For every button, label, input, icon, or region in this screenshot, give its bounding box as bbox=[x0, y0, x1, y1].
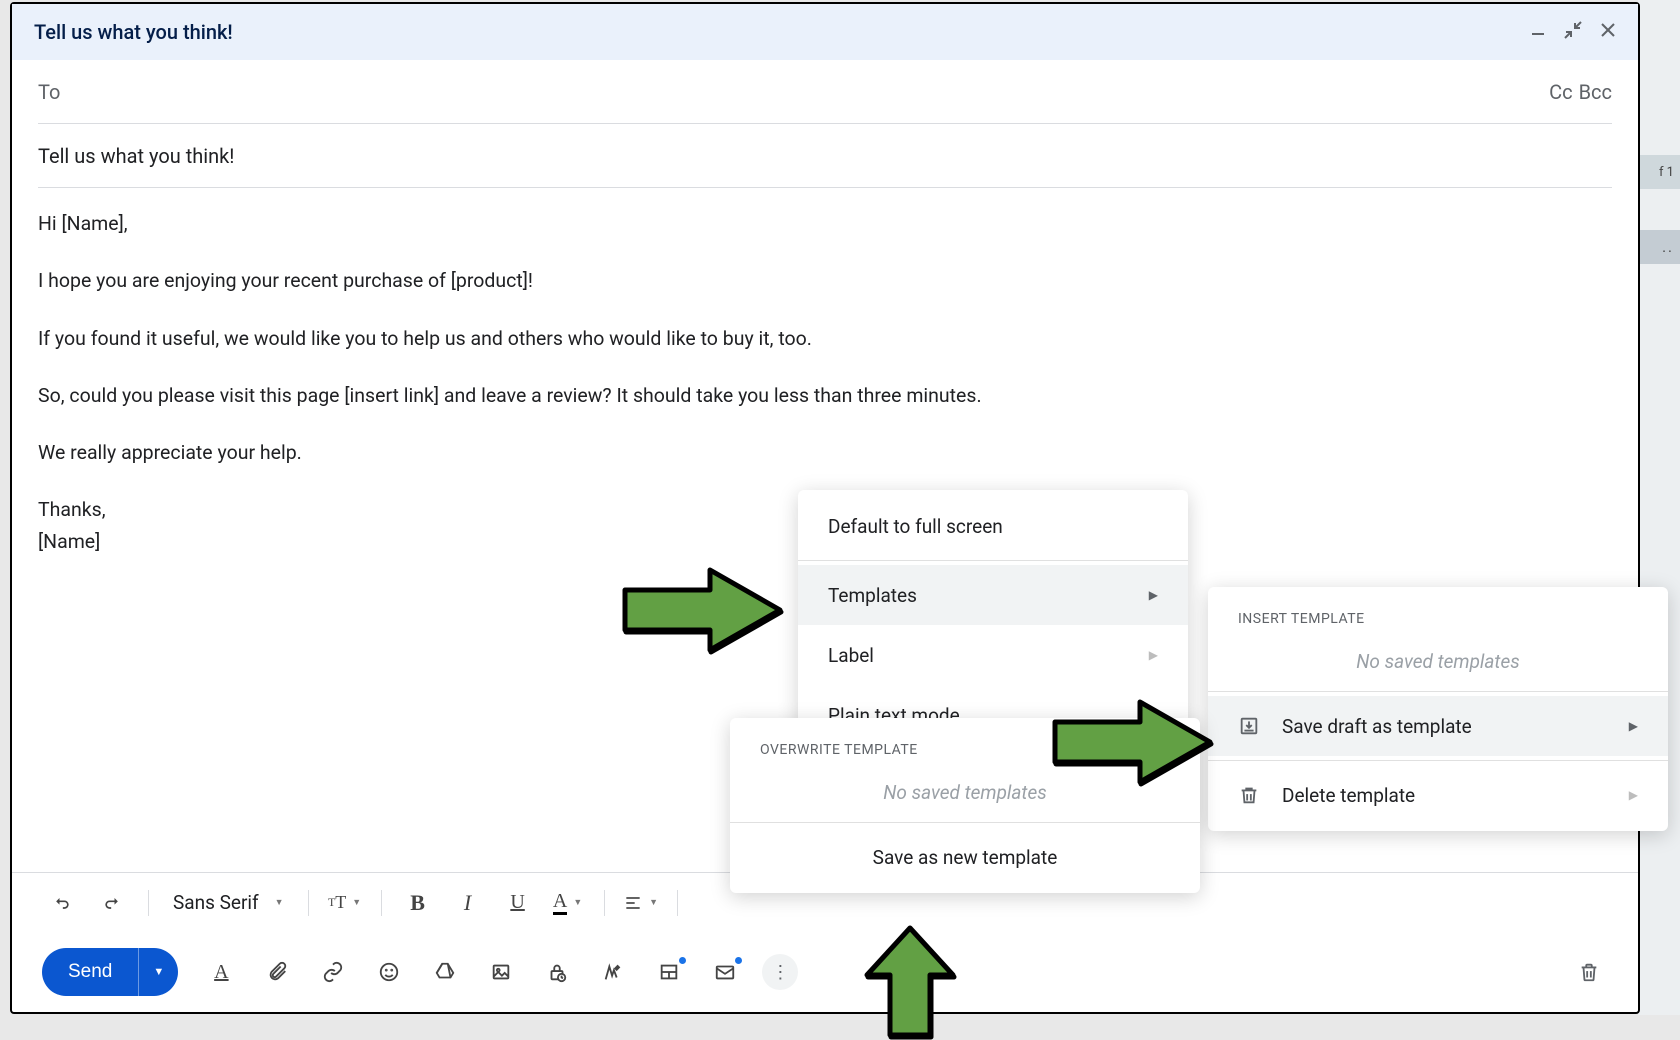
annotation-arrow-right-2 bbox=[1050, 692, 1220, 792]
body-line: If you found it useful, we would like yo… bbox=[38, 325, 1612, 352]
templates-submenu: Insert template No saved templates Save … bbox=[1208, 587, 1668, 831]
menu-separator bbox=[798, 560, 1188, 561]
insert-emoji-icon[interactable] bbox=[370, 953, 408, 991]
submenu-no-saved: No saved templates bbox=[1208, 635, 1668, 687]
confidential-mode-icon[interactable] bbox=[538, 953, 576, 991]
chevron-right-icon: ▶ bbox=[1629, 788, 1638, 802]
undo-button[interactable] bbox=[42, 883, 82, 923]
body-line: I hope you are enjoying your recent purc… bbox=[38, 267, 1612, 294]
compose-title-bar: Tell us what you think! bbox=[12, 4, 1638, 60]
close-icon[interactable] bbox=[1600, 22, 1616, 43]
submenu-delete-template[interactable]: Delete template ▶ bbox=[1208, 765, 1668, 825]
align-button[interactable] bbox=[621, 883, 661, 923]
bcc-button[interactable]: Bcc bbox=[1579, 80, 1612, 104]
menu-separator bbox=[1208, 760, 1668, 761]
formatting-options-icon[interactable]: A bbox=[202, 953, 240, 991]
font-size-button[interactable]: TT bbox=[325, 883, 365, 923]
compose-title: Tell us what you think! bbox=[34, 20, 233, 44]
send-button-group: Send ▼ bbox=[42, 948, 178, 996]
collapse-icon[interactable] bbox=[1564, 21, 1582, 44]
subject-input[interactable]: Tell us what you think! bbox=[38, 124, 1612, 188]
inbox-background: f 1 .. bbox=[1638, 0, 1680, 1015]
chevron-right-icon: ▶ bbox=[1149, 648, 1158, 662]
chevron-right-icon: ▶ bbox=[1149, 588, 1158, 602]
annotation-arrow-up bbox=[855, 920, 965, 1040]
send-button[interactable]: Send bbox=[42, 948, 138, 996]
separator bbox=[381, 890, 382, 916]
download-tray-icon bbox=[1238, 715, 1260, 737]
bg-row-2: .. bbox=[1638, 230, 1680, 264]
menu-item-default-fullscreen[interactable]: Default to full screen bbox=[798, 496, 1188, 556]
bg-row-1: f 1 bbox=[1638, 155, 1680, 189]
font-family-select[interactable]: Sans Serif bbox=[165, 891, 292, 914]
separator bbox=[308, 890, 309, 916]
trash-icon bbox=[1238, 784, 1260, 806]
send-toolbar: Send ▼ A ⋮ bbox=[12, 932, 1638, 1012]
separator bbox=[604, 890, 605, 916]
menu-item-label[interactable]: Label▶ bbox=[798, 625, 1188, 685]
select-layout-icon[interactable] bbox=[650, 953, 688, 991]
separator bbox=[677, 890, 678, 916]
italic-button[interactable]: I bbox=[448, 883, 488, 923]
window-controls bbox=[1530, 21, 1616, 44]
submenu-save-draft[interactable]: Save draft as template ▶ bbox=[1208, 696, 1668, 756]
subject-text: Tell us what you think! bbox=[38, 144, 234, 168]
insert-drive-icon[interactable] bbox=[426, 953, 464, 991]
menu-item-templates[interactable]: Templates▶ bbox=[798, 565, 1188, 625]
chevron-right-icon: ▶ bbox=[1629, 719, 1638, 733]
insert-photo-icon[interactable] bbox=[482, 953, 520, 991]
body-line: Hi [Name], bbox=[38, 210, 1612, 237]
annotation-arrow-right-1 bbox=[620, 560, 790, 660]
separator bbox=[148, 890, 149, 916]
bold-button[interactable]: B bbox=[398, 883, 438, 923]
menu-separator bbox=[1208, 691, 1668, 692]
submenu-header-insert: Insert template bbox=[1208, 593, 1668, 635]
discard-draft-icon[interactable] bbox=[1570, 953, 1608, 991]
minimize-icon[interactable] bbox=[1530, 22, 1546, 43]
cc-button[interactable]: Cc bbox=[1549, 80, 1573, 104]
more-options-button[interactable]: ⋮ bbox=[762, 954, 798, 990]
to-row[interactable]: To Cc Bcc bbox=[38, 60, 1612, 124]
redo-button[interactable] bbox=[92, 883, 132, 923]
underline-button[interactable]: U bbox=[498, 883, 538, 923]
to-label: To bbox=[38, 80, 60, 104]
insert-link-icon[interactable] bbox=[314, 953, 352, 991]
send-more-button[interactable]: ▼ bbox=[138, 948, 178, 996]
header-fields: To Cc Bcc Tell us what you think! bbox=[12, 60, 1638, 188]
menu-separator bbox=[730, 822, 1200, 823]
attach-file-icon[interactable] bbox=[258, 953, 296, 991]
text-color-button[interactable]: A bbox=[548, 883, 588, 923]
insert-signature-icon[interactable] bbox=[594, 953, 632, 991]
set-expiration-icon[interactable] bbox=[706, 953, 744, 991]
body-line: So, could you please visit this page [in… bbox=[38, 382, 1612, 409]
body-line: We really appreciate your help. bbox=[38, 439, 1612, 466]
save-as-new-template[interactable]: Save as new template bbox=[730, 827, 1200, 887]
